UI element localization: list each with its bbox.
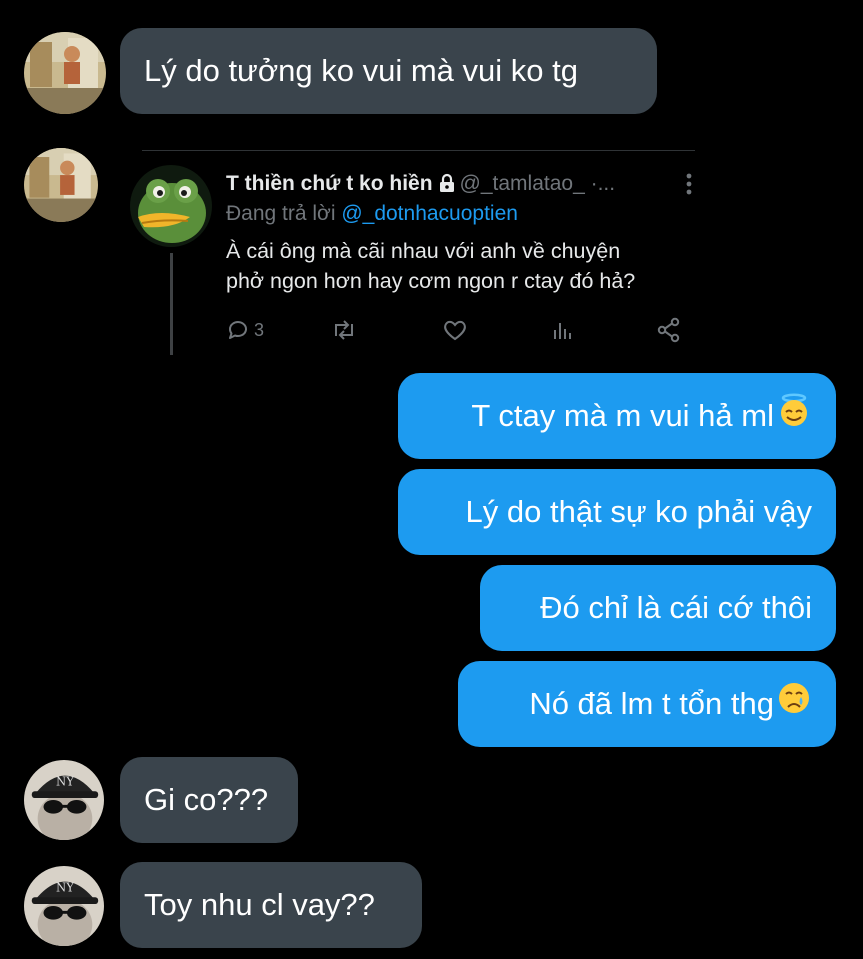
tweet-author-avatar[interactable] [130, 165, 212, 247]
tweet-actions: 3 [226, 316, 686, 344]
like-button[interactable] [442, 316, 468, 344]
message-text: Lý do thật sự ko phải vậy [465, 494, 812, 529]
more-vertical-icon[interactable] [685, 172, 693, 201]
message-text: Lý do tưởng ko vui mà vui ko tg [144, 53, 578, 88]
avatar[interactable]: NY [24, 760, 104, 840]
message-bubble-outgoing[interactable]: T ctay mà m vui hả ml [398, 373, 836, 459]
message-bubble-outgoing[interactable]: Nó đã lm t tổn thg [458, 661, 836, 747]
message-bubble-outgoing[interactable]: Đó chỉ là cái cớ thôi [480, 565, 836, 651]
svg-text:NY: NY [56, 774, 74, 788]
reply-icon [226, 318, 250, 342]
thread-line [170, 253, 173, 355]
message-bubble-incoming[interactable]: Toy nhu cl vay?? [120, 862, 422, 948]
replying-prefix: Đang trả lời [226, 202, 336, 225]
views-icon [550, 318, 574, 342]
smiling-face-with-halo-emoji [776, 375, 812, 461]
svg-text:NY: NY [56, 880, 74, 894]
avatar[interactable] [24, 148, 98, 222]
message-bubble-incoming[interactable]: Gi co??? [120, 757, 298, 843]
tweet-text: À cái ông mà cãi nhau với anh về chuyện … [226, 236, 696, 296]
message-text: Toy nhu cl vay?? [144, 887, 375, 922]
lock-icon [437, 173, 457, 201]
crying-face-emoji [776, 663, 812, 749]
views-button[interactable] [550, 316, 574, 344]
tweet-header: T thiền chứ t ko hiền @_tamlatao_ ·... [226, 170, 695, 201]
share-button[interactable] [656, 316, 682, 344]
shared-tweet-card[interactable]: T thiền chứ t ko hiền @_tamlatao_ ·... Đa… [130, 150, 695, 355]
heart-icon [442, 318, 468, 342]
mention-link[interactable]: @_dotnhacuoptien [341, 202, 518, 225]
message-text: Đó chỉ là cái cớ thôi [540, 590, 812, 625]
tweet-text-line: À cái ông mà cãi nhau với anh về chuyện [226, 239, 621, 263]
retweet-icon [330, 318, 358, 342]
tweet-text-line: phở ngon hơn hay cơm ngon r ctay đó hả? [226, 269, 636, 293]
replying-to: Đang trả lời @_dotnhacuoptien [226, 200, 518, 228]
tweet-author-handle[interactable]: @_tamlatao_ ·... [460, 172, 616, 195]
tweet-author-name[interactable]: T thiền chứ t ko hiền [226, 172, 433, 195]
reply-button[interactable]: 3 [226, 316, 264, 344]
reply-count: 3 [254, 319, 265, 340]
divider [142, 150, 695, 151]
message-text: T ctay mà m vui hả ml [471, 398, 774, 433]
message-text: Gi co??? [144, 782, 269, 817]
message-text: Nó đã lm t tổn thg [529, 686, 774, 721]
avatar[interactable] [24, 32, 106, 114]
share-icon [656, 317, 682, 343]
message-bubble-outgoing[interactable]: Lý do thật sự ko phải vậy [398, 469, 836, 555]
message-bubble-incoming[interactable]: Lý do tưởng ko vui mà vui ko tg [120, 28, 657, 114]
retweet-button[interactable] [330, 316, 358, 344]
avatar[interactable]: NY [24, 866, 104, 946]
